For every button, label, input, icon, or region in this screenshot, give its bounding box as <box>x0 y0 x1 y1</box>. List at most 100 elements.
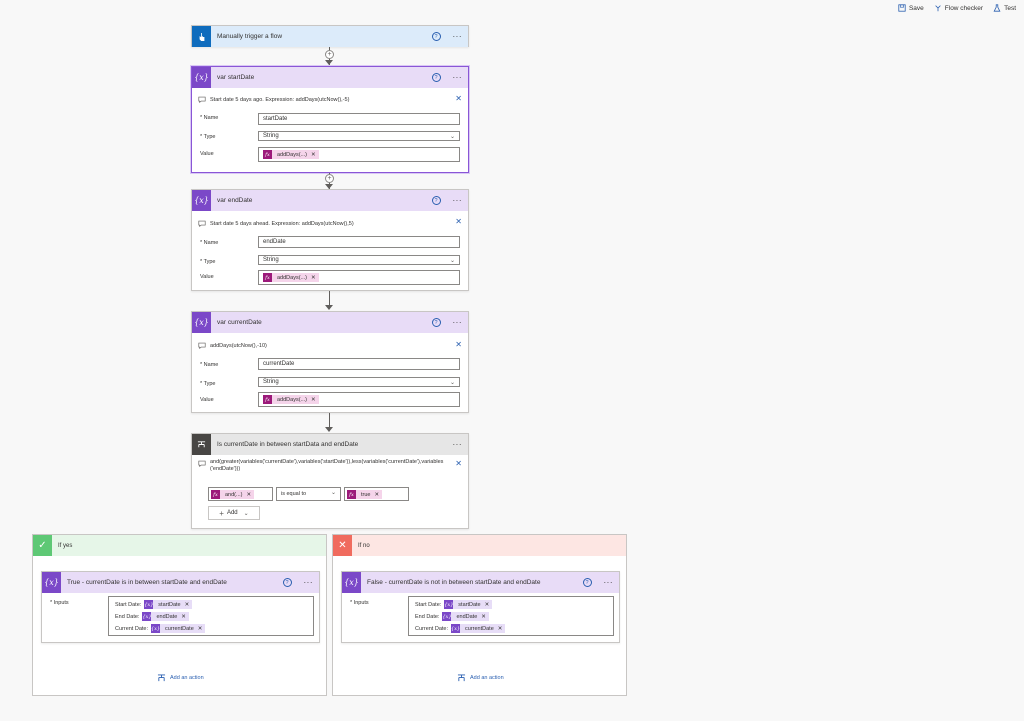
remove-token-icon[interactable]: ✕ <box>198 626 203 632</box>
branch-no-label: If no <box>358 542 370 549</box>
more-options-icon[interactable]: ··· <box>604 578 614 587</box>
flask-icon <box>993 4 1001 12</box>
remove-token-icon[interactable]: ✕ <box>311 152 316 158</box>
remove-token-icon[interactable]: ✕ <box>498 626 503 632</box>
more-options-icon[interactable]: ··· <box>453 440 463 449</box>
insert-step-plus-icon[interactable]: + <box>325 50 334 59</box>
condition-card[interactable]: Is currentDate in between startData and … <box>191 433 469 529</box>
type-select[interactable]: String ⌄ <box>258 131 460 141</box>
save-button[interactable]: Save <box>898 4 924 12</box>
branch-no-header[interactable]: ✕ If no <box>333 535 626 556</box>
remove-token-icon[interactable]: ✕ <box>485 602 490 608</box>
add-an-action-button[interactable]: Add an action <box>157 674 204 682</box>
insert-step-plus-icon[interactable]: + <box>325 174 334 183</box>
plus-icon: + <box>219 508 224 518</box>
more-options-icon[interactable]: ··· <box>453 318 463 327</box>
var-startdate-header[interactable]: {x} var startDate ? ··· <box>192 67 468 88</box>
value-input[interactable]: fx addDays(...) ✕ <box>258 147 460 162</box>
inputs-field[interactable]: Start Date: {x} startDate ✕ End Date: {x} end… <box>108 596 314 636</box>
compose-true-header[interactable]: {x} True - currentDate is in between sta… <box>42 572 319 593</box>
branch-yes-header[interactable]: ✓ If yes <box>33 535 326 556</box>
condition-right-operand[interactable]: fx true ✕ <box>344 487 409 501</box>
more-options-icon[interactable]: ··· <box>453 196 463 205</box>
type-select[interactable]: String ⌄ <box>258 377 460 387</box>
close-icon[interactable]: ✕ <box>455 94 462 103</box>
variable-token[interactable]: {x} endDate ✕ <box>142 612 189 621</box>
token-label: endDate <box>156 613 178 620</box>
expression-token[interactable]: fx addDays(...) ✕ <box>263 273 319 282</box>
input-row: End Date: {x} endDate ✕ <box>415 612 493 621</box>
compose-true-card[interactable]: {x} True - currentDate is in between sta… <box>41 571 320 643</box>
inputs-field[interactable]: Start Date: {x} startDate ✕ End Date: {x} end… <box>408 596 614 636</box>
remove-token-icon[interactable]: ✕ <box>181 614 186 620</box>
close-icon[interactable]: ✕ <box>455 217 462 226</box>
condition-left-operand[interactable]: fx and(...) ✕ <box>208 487 273 501</box>
add-an-action-button[interactable]: Add an action <box>457 674 504 682</box>
name-value: startDate <box>263 116 288 122</box>
remove-token-icon[interactable]: ✕ <box>185 602 190 608</box>
help-icon[interactable]: ? <box>431 73 441 82</box>
flow-checker-button[interactable]: Flow checker <box>934 4 983 12</box>
cross-icon: ✕ <box>333 535 352 556</box>
token-label: and(...) <box>225 491 243 498</box>
type-select[interactable]: String ⌄ <box>258 255 460 265</box>
value-label: Value <box>200 151 214 157</box>
var-enddate-header[interactable]: {x} var endDate ? ··· <box>192 190 468 211</box>
remove-token-icon[interactable]: ✕ <box>311 275 316 281</box>
name-value: endDate <box>263 239 286 245</box>
value-input[interactable]: fx addDays(...) ✕ <box>258 270 460 285</box>
function-icon: fx <box>263 273 272 282</box>
variable-token[interactable]: {x} endDate ✕ <box>442 612 489 621</box>
variable-token[interactable]: {x} startDate ✕ <box>444 600 493 609</box>
variable-token[interactable]: {x} startDate ✕ <box>144 600 193 609</box>
expression-token[interactable]: fx addDays(...) ✕ <box>263 395 319 404</box>
note-text: Start date 5 days ahead. Expression: add… <box>210 220 354 227</box>
arrow-down-icon <box>325 60 333 65</box>
inputs-label: * Inputs <box>350 600 369 606</box>
name-input[interactable]: currentDate <box>258 358 460 370</box>
input-row-label: Start Date: <box>115 601 142 608</box>
value-input[interactable]: fx addDays(...) ✕ <box>258 392 460 407</box>
more-options-icon[interactable]: ··· <box>453 73 463 82</box>
remove-token-icon[interactable]: ✕ <box>246 492 251 498</box>
compose-false-card[interactable]: {x} False - currentDate is not in betwee… <box>341 571 620 643</box>
remove-token-icon[interactable]: ✕ <box>481 614 486 620</box>
var-currentdate-header[interactable]: {x} var currentDate ? ··· <box>192 312 468 333</box>
comment-icon <box>198 96 206 103</box>
var-enddate-card[interactable]: {x} var endDate ? ··· Start date 5 days … <box>191 189 469 291</box>
help-icon[interactable]: ? <box>431 32 441 41</box>
add-condition-button[interactable]: + Add ⌄ <box>208 506 260 520</box>
test-button[interactable]: Test <box>993 4 1016 12</box>
save-label: Save <box>908 4 924 12</box>
expression-token[interactable]: fx addDays(...) ✕ <box>263 150 319 159</box>
expression-token[interactable]: fx true ✕ <box>347 490 383 499</box>
close-icon[interactable]: ✕ <box>455 340 462 349</box>
variable-token[interactable]: {x} currentDate ✕ <box>451 624 506 633</box>
token-label: addDays(...) <box>277 151 307 158</box>
help-icon[interactable]: ? <box>282 578 292 587</box>
remove-token-icon[interactable]: ✕ <box>311 397 316 403</box>
var-startdate-card[interactable]: {x} var startDate ? ··· Start date 5 day… <box>191 66 469 173</box>
token-label: endDate <box>456 613 478 620</box>
help-icon[interactable]: ? <box>431 318 441 327</box>
more-options-icon[interactable]: ··· <box>453 32 463 41</box>
var-currentdate-card[interactable]: {x} var currentDate ? ··· addDays(utcNow… <box>191 311 469 413</box>
more-options-icon[interactable]: ··· <box>304 578 314 587</box>
help-icon[interactable]: ? <box>582 578 592 587</box>
compose-false-title: False - currentDate is not in between st… <box>367 579 541 586</box>
compose-false-header[interactable]: {x} False - currentDate is not in betwee… <box>342 572 619 593</box>
input-row-label: Start Date: <box>415 601 442 608</box>
condition-header[interactable]: Is currentDate in between startData and … <box>192 434 468 455</box>
help-icon[interactable]: ? <box>431 196 441 205</box>
remove-token-icon[interactable]: ✕ <box>374 492 379 498</box>
trigger-header[interactable]: Manually trigger a flow ? ··· <box>192 26 468 47</box>
variable-token[interactable]: {x} currentDate ✕ <box>151 624 206 633</box>
function-icon: fx <box>347 490 356 499</box>
name-input[interactable]: endDate <box>258 236 460 248</box>
operator-select[interactable]: is equal to ⌄ <box>276 487 341 501</box>
name-input[interactable]: startDate <box>258 113 460 125</box>
close-icon[interactable]: ✕ <box>455 459 462 468</box>
var-currentdate-title: var currentDate <box>217 319 262 326</box>
trigger-card[interactable]: Manually trigger a flow ? ··· <box>191 25 469 47</box>
expression-token[interactable]: fx and(...) ✕ <box>211 490 255 499</box>
